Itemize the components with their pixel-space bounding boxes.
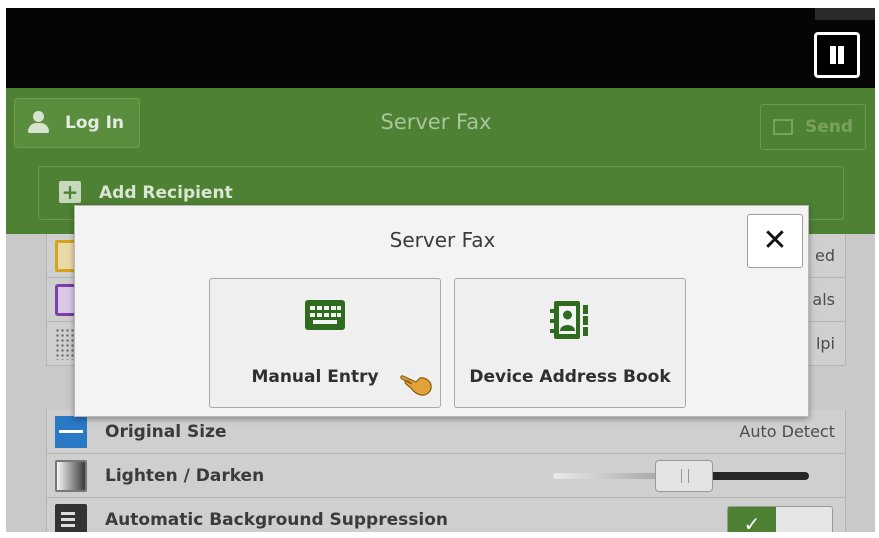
pointing-hand-icon bbox=[400, 366, 434, 400]
address-book-icon bbox=[550, 299, 590, 345]
check-icon: ✓ bbox=[728, 507, 776, 532]
plus-icon: + bbox=[59, 181, 81, 203]
setting-value: als bbox=[812, 290, 835, 309]
status-strip bbox=[815, 8, 875, 20]
lighten-darken-slider[interactable] bbox=[553, 460, 809, 492]
send-label: Send bbox=[805, 117, 854, 137]
login-label: Log In bbox=[65, 113, 125, 133]
user-icon bbox=[27, 111, 49, 133]
device-address-book-label: Device Address Book bbox=[469, 367, 671, 387]
app-title: Server Fax bbox=[380, 110, 492, 134]
setting-value: Auto Detect bbox=[739, 422, 835, 441]
device-screen: Log In Server Fax Send + Add Recipient e… bbox=[6, 8, 875, 532]
manual-entry-label: Manual Entry bbox=[251, 367, 379, 387]
background-suppression-icon bbox=[55, 504, 87, 532]
dialog-title: Server Fax bbox=[389, 228, 496, 252]
manual-entry-button[interactable]: Manual Entry bbox=[209, 278, 441, 408]
add-recipient-label: Add Recipient bbox=[99, 183, 233, 203]
pause-button[interactable] bbox=[814, 32, 860, 78]
setting-row-lighten-darken[interactable]: Lighten / Darken bbox=[46, 454, 846, 498]
send-icon bbox=[773, 119, 793, 135]
device-address-book-button[interactable]: Device Address Book bbox=[454, 278, 686, 408]
background-suppression-toggle[interactable]: ✓ bbox=[727, 506, 833, 532]
close-button[interactable]: ✕ bbox=[747, 214, 803, 268]
setting-value: lpi bbox=[815, 334, 835, 353]
setting-label: Lighten / Darken bbox=[105, 466, 265, 486]
pause-icon bbox=[830, 46, 836, 64]
server-fax-dialog: Server Fax ✕ Manual Entry Device Address… bbox=[74, 205, 809, 417]
setting-value: ed bbox=[815, 246, 835, 265]
send-button[interactable]: Send bbox=[760, 104, 866, 150]
close-icon: ✕ bbox=[762, 223, 788, 258]
setting-label: Original Size bbox=[105, 422, 227, 442]
setting-label: Automatic Background Suppression bbox=[105, 510, 448, 530]
login-button[interactable]: Log In bbox=[14, 98, 140, 148]
slider-thumb[interactable] bbox=[655, 460, 713, 492]
original-size-icon bbox=[55, 416, 87, 448]
setting-row-background-suppression[interactable]: Automatic Background Suppression ✓ bbox=[46, 498, 846, 532]
lighten-darken-icon bbox=[55, 460, 87, 492]
keyboard-icon bbox=[304, 299, 346, 335]
status-bar bbox=[6, 8, 875, 88]
